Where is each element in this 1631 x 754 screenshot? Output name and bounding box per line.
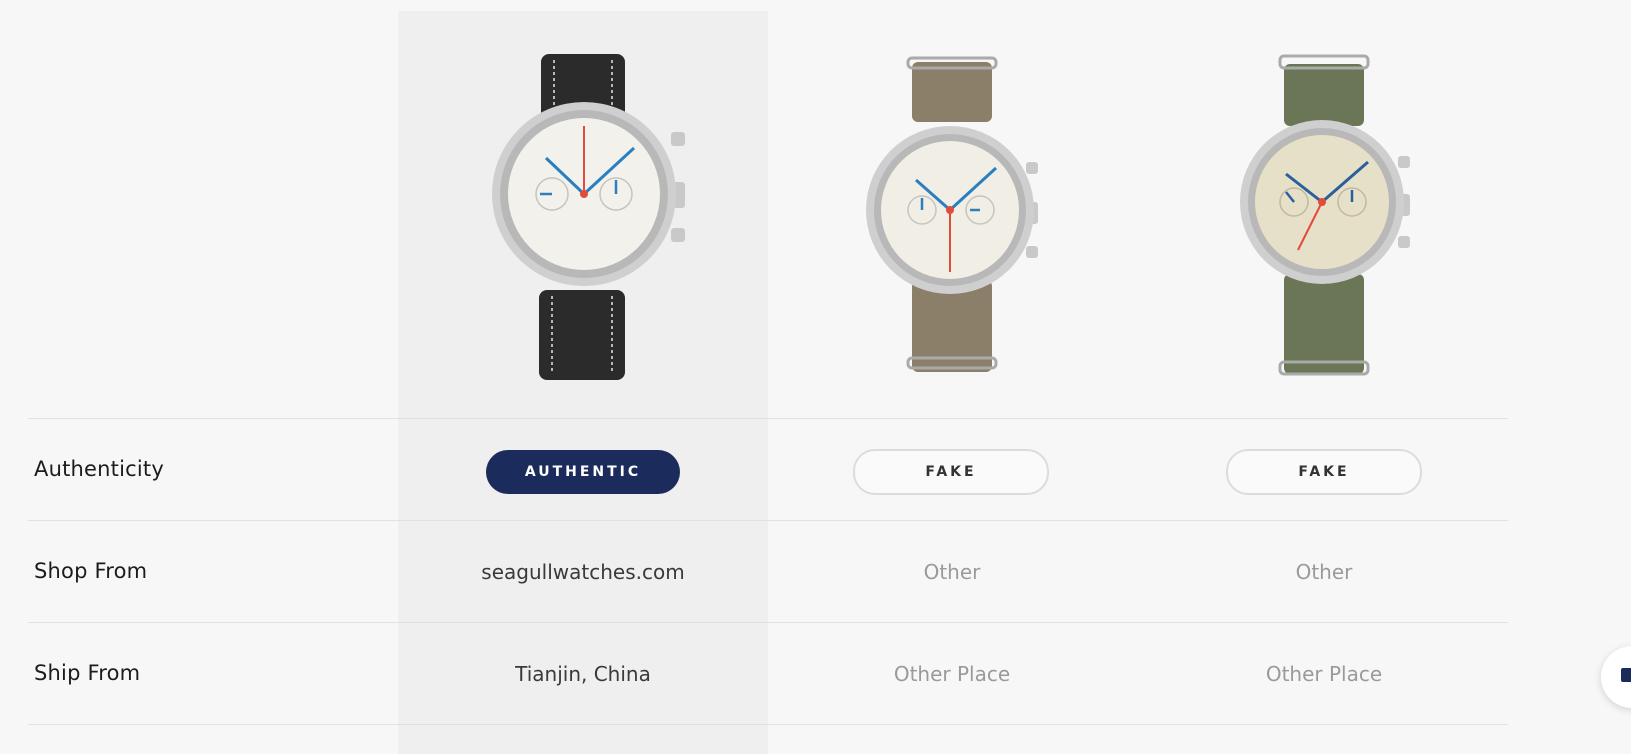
row-divider [28, 418, 1508, 419]
watch-image-authentic [492, 54, 685, 380]
fake-badge-1: FAKE [853, 449, 1049, 495]
chat-widget-button[interactable] [1601, 646, 1631, 708]
row-divider [28, 622, 1508, 623]
fake-badge-2: FAKE [1226, 449, 1422, 495]
row-label-ship-from: Ship From [34, 661, 141, 685]
row-divider [28, 520, 1508, 521]
watch-image-fake-2 [1240, 54, 1410, 376]
ship-from-authentic: Tianjin, China [515, 662, 651, 686]
authentic-badge: AUTHENTIC [486, 450, 680, 494]
watch-image-fake-1 [866, 56, 1038, 372]
shop-from-authentic: seagullwatches.com [481, 560, 685, 584]
row-label-authenticity: Authenticity [34, 457, 164, 481]
shop-from-fake-1: Other [923, 560, 981, 584]
ship-from-fake-2: Other Place [1265, 662, 1383, 686]
shop-from-fake-2: Other [1295, 560, 1353, 584]
ship-from-fake-1: Other Place [893, 662, 1011, 686]
chat-bubble-icon [1621, 668, 1631, 682]
row-divider [28, 724, 1508, 725]
row-label-shop-from: Shop From [34, 559, 148, 583]
